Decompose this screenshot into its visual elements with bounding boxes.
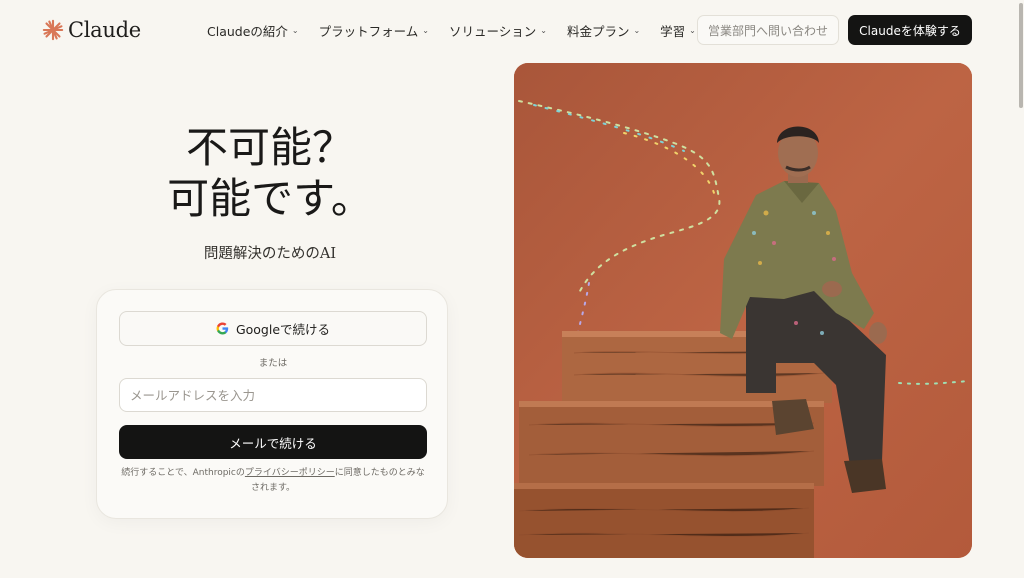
top-navigation-bar: Claude Claudeの紹介 ⌄ プラットフォーム ⌄ ソリューション ⌄ … — [0, 0, 1024, 60]
nav-item-label: プラットフォーム — [318, 23, 419, 39]
google-icon — [216, 322, 229, 335]
claude-spark-icon — [42, 19, 64, 41]
nav-item-label: ソリューション — [448, 23, 537, 39]
nav-item-label: 学習 — [660, 23, 686, 39]
chevron-down-icon: ⌄ — [422, 25, 429, 35]
nav-item-label: 料金プラン — [566, 23, 630, 39]
continue-with-email-button[interactable]: メールで続ける — [119, 425, 427, 459]
page-scrollbar[interactable] — [1018, 0, 1024, 578]
hero-title-line-1: 不可能？ — [185, 123, 354, 172]
nav-item-label: Claudeの紹介 — [207, 23, 288, 39]
email-input[interactable] — [119, 378, 427, 412]
nav-item-learn[interactable]: 学習 ⌄ — [660, 21, 696, 40]
chevron-down-icon: ⌄ — [633, 25, 641, 35]
hero-title: 不可能？ 可能です。 — [110, 122, 430, 224]
contact-sales-button[interactable]: 営業部門へ問い合わせ — [697, 15, 839, 45]
claude-logo[interactable]: Claude — [42, 17, 141, 43]
nav-item-pricing[interactable]: 料金プラン ⌄ — [567, 21, 640, 40]
privacy-policy-link[interactable]: プライバシーポリシー — [245, 468, 335, 478]
nav-item-solutions[interactable]: ソリューション ⌄ — [449, 21, 547, 40]
main-nav: Claudeの紹介 ⌄ プラットフォーム ⌄ ソリューション ⌄ 料金プラン ⌄… — [207, 20, 696, 40]
man-sitting-on-wooden-steps-illustration — [514, 63, 972, 558]
scrollbar-thumb[interactable] — [1019, 3, 1023, 108]
chevron-down-icon: ⌄ — [540, 25, 547, 35]
brand-name: Claude — [68, 18, 141, 42]
try-claude-button[interactable]: Claudeを体験する — [848, 15, 972, 45]
hero-title-line-2: 可能です。 — [167, 174, 373, 223]
chevron-down-icon: ⌄ — [291, 25, 299, 35]
terms-prefix: 続行することで、Anthropicの — [121, 468, 245, 478]
nav-item-about-claude[interactable]: Claudeの紹介 ⌄ — [207, 21, 299, 40]
google-button-label: Googleで続ける — [235, 322, 331, 337]
or-divider-text: または — [258, 358, 288, 369]
terms-notice: 続行することで、Anthropicのプライバシーポリシーに同意したものとみなされ… — [119, 466, 427, 496]
hero-subtitle: 問題解決のためのAI — [203, 246, 337, 262]
continue-with-google-button[interactable]: Googleで続ける — [119, 311, 427, 346]
nav-item-platform[interactable]: プラットフォーム ⌄ — [319, 21, 429, 40]
hero-photo — [514, 63, 972, 558]
login-card: Googleで続ける または メールで続ける 続行することで、Anthropic… — [96, 289, 448, 519]
chevron-down-icon: ⌄ — [689, 25, 696, 35]
